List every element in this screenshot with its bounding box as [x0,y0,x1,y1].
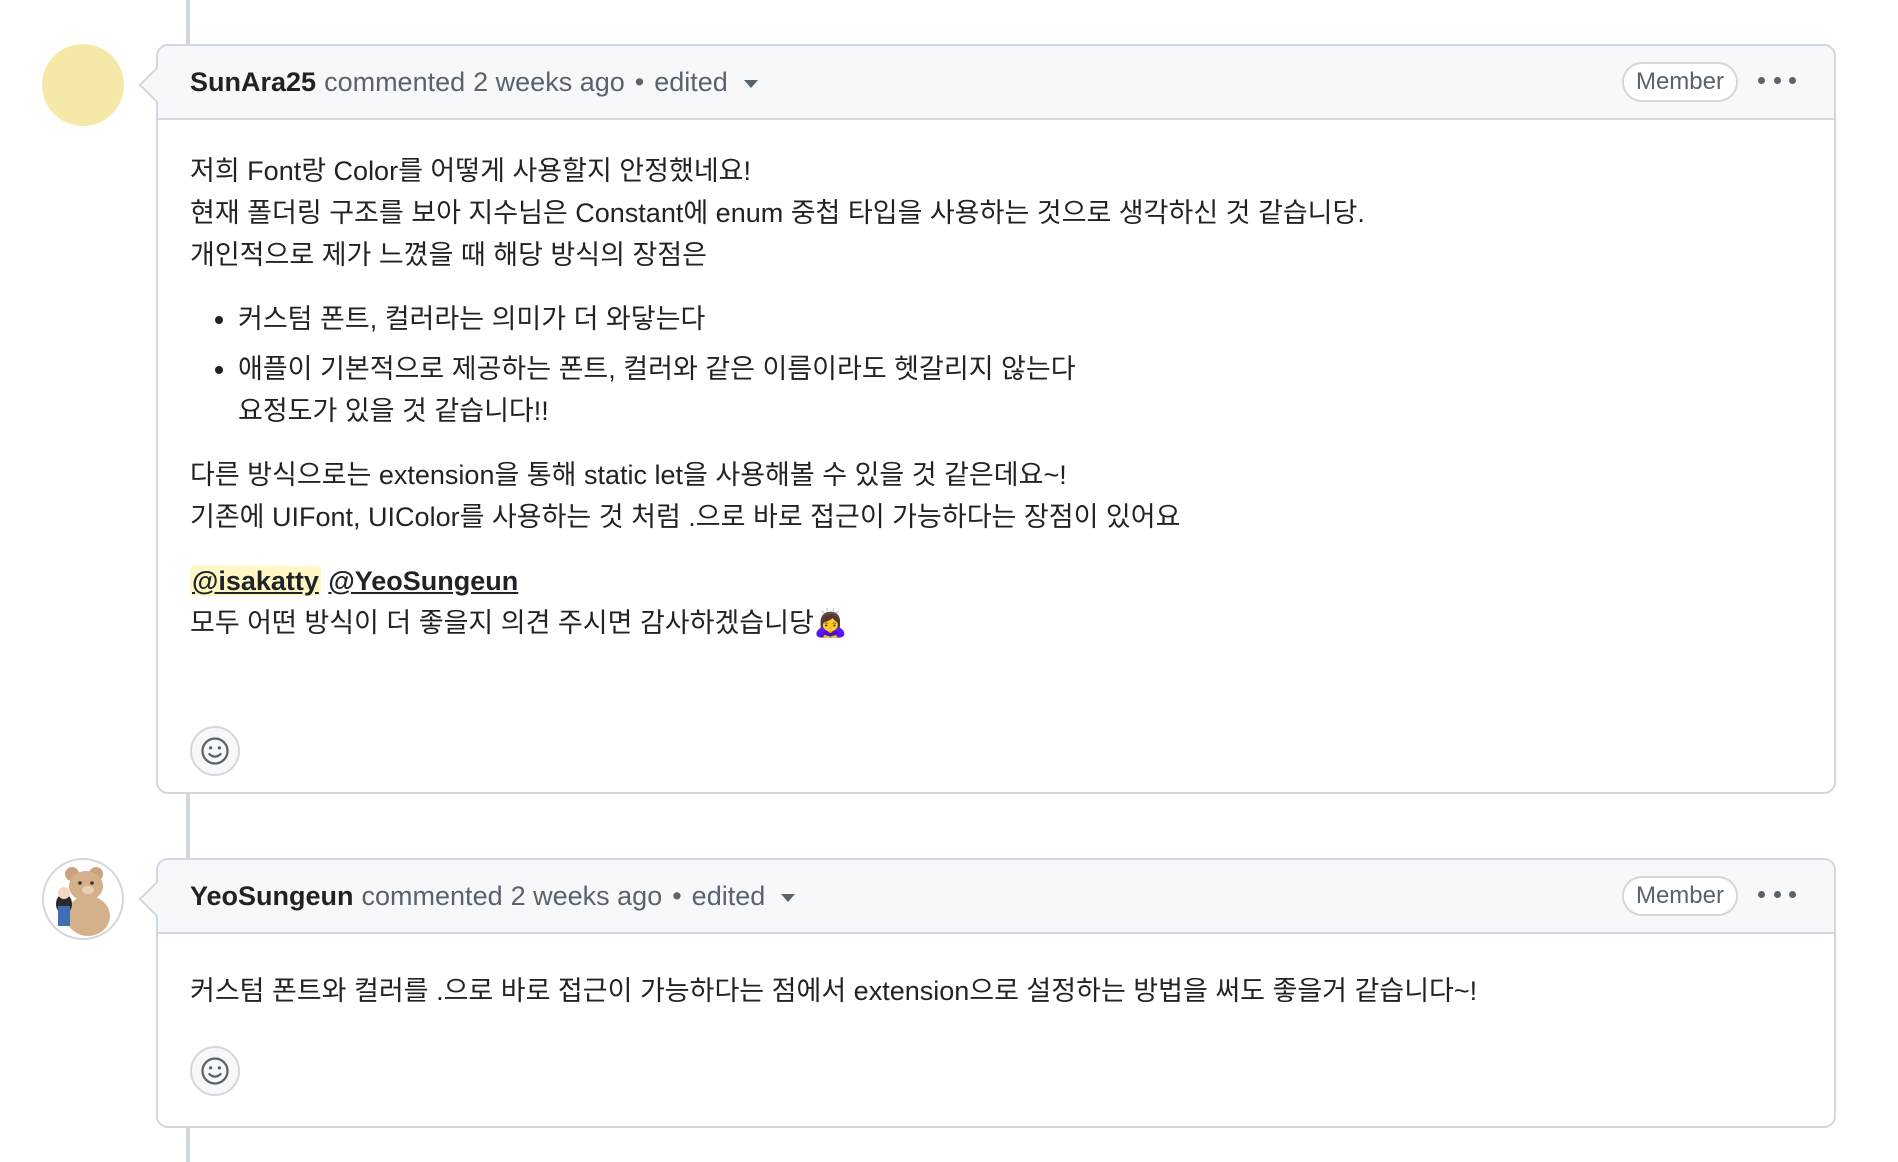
timestamp[interactable]: 2 weeks ago [473,67,625,98]
author-link[interactable]: YeoSungeun [190,881,354,912]
member-badge: Member [1621,62,1738,102]
smiley-icon [201,1057,229,1085]
line: 모두 어떤 방식이 더 좋을지 의견 주시면 감사하겠습니당🙇‍♀️ [190,608,848,638]
edited-dropdown[interactable]: edited [692,881,766,912]
paragraph: @isakatty @YeoSungeun 모두 어떤 방식이 더 좋을지 의견… [190,560,1802,644]
list-item: 애플이 기본적으로 제공하는 폰트, 컬러와 같은 이름이라도 헷갈리지 않는다… [238,348,1802,432]
paragraph: 커스텀 폰트와 컬러를 .으로 바로 접근이 가능하다는 점에서 extensi… [190,970,1802,1012]
avatar[interactable] [42,858,124,940]
line: 개인적으로 제가 느꼈을 때 해당 방식의 장점은 [190,240,707,270]
member-badge: Member [1621,876,1738,916]
comment-header: YeoSungeun commented 2 weeks ago • edite… [158,860,1834,934]
list-item: 커스텀 폰트, 컬러라는 의미가 더 와닿는다 [238,298,1802,340]
separator-dot: • [634,66,645,97]
list-item-text: 애플이 기본적으로 제공하는 폰트, 컬러와 같은 이름이라도 헷갈리지 않는다 [238,354,1076,384]
triangle-down-icon[interactable] [781,894,796,902]
line: 커스텀 폰트와 컬러를 .으로 바로 접근이 가능하다는 점에서 extensi… [190,976,1478,1006]
comment-header: SunAra25 commented 2 weeks ago • edited … [158,46,1834,120]
line: 저희 Font랑 Color를 어떻게 사용할지 안정했네요! [190,156,751,186]
comment-yeosungeun: YeoSungeun commented 2 weeks ago • edite… [0,858,1898,1128]
comment-box: YeoSungeun commented 2 weeks ago • edite… [156,858,1836,1128]
timestamp[interactable]: 2 weeks ago [511,881,663,912]
avatar[interactable] [42,44,124,126]
comment-box: SunAra25 commented 2 weeks ago • edited … [156,44,1836,794]
list-item-continuation: 요정도가 있을 것 같습니다!! [238,396,549,426]
commented-label: commented [361,880,503,911]
mention-isakatty[interactable]: @isakatty [190,566,321,596]
list-item-text: 커스텀 폰트, 컬러라는 의미가 더 와닿는다 [238,304,706,334]
paragraph: 다른 방식으로는 extension을 통해 static let을 사용해볼 … [190,454,1802,538]
mention-yeosungeun[interactable]: @YeoSungeun [328,566,518,596]
smiley-icon [201,737,229,765]
kebab-horizontal-icon[interactable] [1758,882,1796,906]
comment-body: 저희 Font랑 Color를 어떻게 사용할지 안정했네요! 현재 폴더링 구… [158,120,1834,644]
bear-avatar-image [56,867,110,936]
line: 다른 방식으로는 extension을 통해 static let을 사용해볼 … [190,460,1067,490]
bullet-list: 커스텀 폰트, 컬러라는 의미가 더 와닿는다 애플이 기본적으로 제공하는 폰… [190,298,1802,432]
line: 현재 폴더링 구조를 보아 지수님은 Constant에 enum 중첩 타입을… [190,198,1365,228]
edited-dropdown[interactable]: edited [654,67,728,98]
comment-body: 커스텀 폰트와 컬러를 .으로 바로 접근이 가능하다는 점에서 extensi… [158,934,1834,1012]
kebab-horizontal-icon[interactable] [1758,68,1796,92]
author-link[interactable]: SunAra25 [190,67,316,98]
line: 기존에 UIFont, UIColor를 사용하는 것 처럼 .으로 바로 접근… [190,502,1181,532]
triangle-down-icon[interactable] [743,80,758,88]
comment-sunara25: SunAra25 commented 2 weeks ago • edited … [0,44,1898,794]
commented-label: commented [324,66,466,97]
paragraph: 저희 Font랑 Color를 어떻게 사용할지 안정했네요! 현재 폴더링 구… [190,150,1802,276]
add-reaction-button[interactable] [190,726,240,776]
separator-dot: • [672,880,682,911]
add-reaction-button[interactable] [190,1046,240,1096]
